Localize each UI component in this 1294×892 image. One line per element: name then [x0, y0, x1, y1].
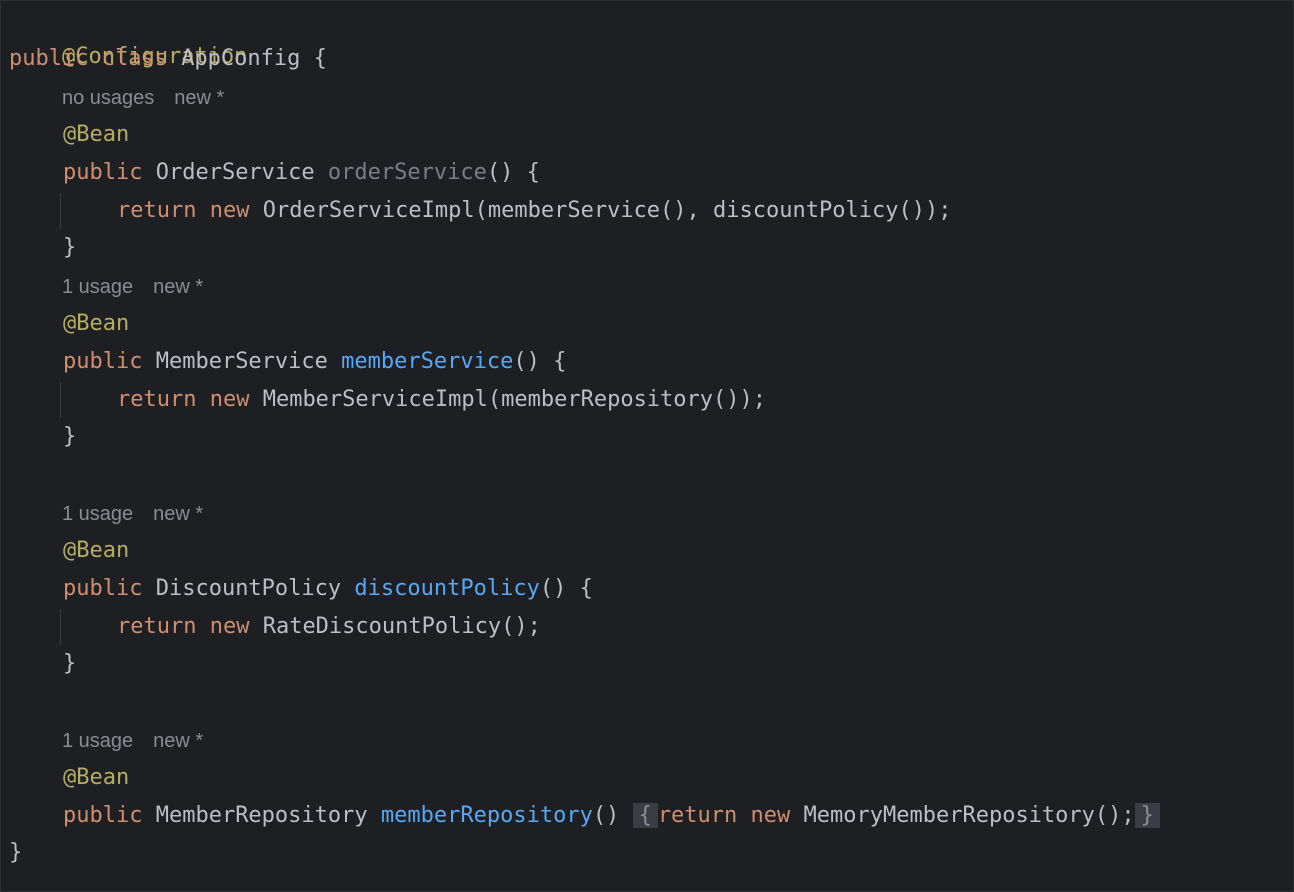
class-keyword: public class	[9, 46, 182, 71]
code-editor[interactable]: @Configuration public class AppConfig { …	[0, 0, 1294, 892]
return-keyword: return new	[117, 198, 263, 223]
method-params: () {	[486, 160, 540, 185]
return-expression: MemberServiceImpl(memberRepository());	[262, 387, 767, 412]
code-line: @Bean	[63, 760, 129, 796]
indent-guide	[60, 193, 61, 229]
code-line: }	[9, 835, 22, 871]
code-line: }	[63, 230, 76, 266]
inlay-hint[interactable]: 1 usage new *	[62, 269, 203, 305]
return-expression: MemoryMemberRepository();	[803, 803, 1135, 828]
usages-hint[interactable]: 1 usage	[62, 730, 133, 752]
usages-hint[interactable]: 1 usage	[62, 503, 133, 525]
bean-annotation: @Bean	[63, 538, 130, 563]
code-line: public DiscountPolicy discountPolicy() {	[63, 571, 593, 607]
return-type: OrderService	[155, 160, 328, 185]
author-hint[interactable]: new *	[153, 276, 203, 298]
closing-brace: }	[63, 424, 77, 449]
public-keyword: public	[63, 160, 156, 185]
author-hint[interactable]: new *	[153, 730, 203, 752]
method-params: ()	[592, 803, 620, 828]
code-line: return new RateDiscountPolicy();	[117, 609, 541, 645]
return-expression: RateDiscountPolicy();	[262, 614, 541, 639]
public-keyword: public	[63, 349, 156, 374]
class-name: AppConfig {	[181, 46, 327, 71]
indent-guide	[60, 609, 61, 645]
usages-hint[interactable]: no usages	[62, 87, 154, 109]
bean-annotation: @Bean	[63, 311, 130, 336]
return-type: MemberService	[155, 349, 342, 374]
author-hint[interactable]: new *	[174, 87, 224, 109]
return-keyword: return new	[117, 614, 263, 639]
inlay-hint[interactable]: 1 usage new *	[62, 723, 203, 759]
method-name[interactable]: orderService	[328, 160, 487, 185]
code-line: public MemberRepository memberRepository…	[63, 798, 1160, 834]
method-name[interactable]: discountPolicy	[354, 576, 539, 601]
method-name[interactable]: memberService	[341, 349, 513, 374]
method-params: () {	[513, 349, 567, 374]
folded-open-brace[interactable]: {	[632, 803, 658, 828]
code-line: return new MemberServiceImpl(memberRepos…	[117, 382, 766, 418]
code-line: }	[63, 646, 76, 682]
class-closing-brace: }	[9, 840, 23, 865]
method-params: () {	[539, 576, 593, 601]
code-line: public class AppConfig {	[9, 41, 327, 77]
return-keyword: return new	[657, 803, 804, 828]
code-line: @Bean	[63, 533, 129, 569]
code-line: @Configuration	[9, 3, 247, 69]
code-line: public MemberService memberService() {	[63, 344, 566, 380]
code-line: @Bean	[63, 117, 129, 153]
closing-brace: }	[63, 651, 77, 676]
return-type: DiscountPolicy	[155, 576, 355, 601]
indent-guide	[60, 382, 61, 418]
author-hint[interactable]: new *	[153, 503, 203, 525]
bean-annotation: @Bean	[63, 122, 130, 147]
public-keyword: public	[63, 576, 156, 601]
return-expression: OrderServiceImpl(memberService(), discou…	[262, 198, 952, 223]
code-line: @Bean	[63, 306, 129, 342]
inlay-hint[interactable]: 1 usage new *	[62, 496, 203, 532]
inlay-hint[interactable]: no usages new *	[62, 80, 224, 116]
code-line: public OrderService orderService() {	[63, 155, 540, 191]
return-keyword: return new	[117, 387, 263, 412]
public-keyword: public	[63, 803, 156, 828]
code-line: return new OrderServiceImpl(memberServic…	[117, 193, 951, 229]
usages-hint[interactable]: 1 usage	[62, 276, 133, 298]
code-line: }	[63, 419, 76, 455]
closing-brace: }	[63, 235, 77, 260]
folded-close-brace[interactable]: }	[1134, 803, 1160, 828]
return-type: MemberRepository	[155, 803, 381, 828]
bean-annotation: @Bean	[63, 765, 130, 790]
method-name[interactable]: memberRepository	[381, 803, 593, 828]
